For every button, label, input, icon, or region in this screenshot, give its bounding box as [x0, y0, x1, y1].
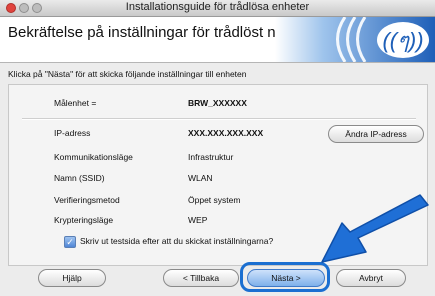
help-button[interactable]: Hjälp: [38, 269, 106, 287]
title-bar: Installationsguide för trådlösa enheter: [0, 0, 435, 17]
encryption-mode-label: Krypteringsläge: [54, 215, 114, 225]
page-title: Bekräftelse på inställningar för trådlös…: [8, 24, 317, 41]
encryption-mode-value: WEP: [188, 215, 208, 225]
header: Bekräftelse på inställningar för trådlös…: [0, 17, 435, 63]
installer-window: Installationsguide för trådlösa enheter …: [0, 0, 435, 296]
communication-mode-value: Infrastruktur: [188, 152, 234, 162]
cancel-button[interactable]: Avbryt: [336, 269, 406, 287]
wireless-banner: ((ๆ)): [275, 17, 435, 62]
separator: [22, 118, 416, 120]
back-button[interactable]: < Tillbaka: [163, 269, 239, 287]
window-title: Installationsguide för trådlösa enheter: [125, 1, 310, 13]
ip-address-value: XXX.XXX.XXX.XXX: [188, 128, 264, 138]
wireless-logo-icon: ((ๆ)): [382, 28, 423, 53]
auth-method-label: Verifieringsmetod: [54, 195, 120, 205]
ssid-label: Namn (SSID): [54, 173, 105, 183]
ip-address-label: IP-adress: [54, 128, 91, 138]
pointer-arrow-icon: [321, 194, 429, 263]
target-device-value: BRW_XXXXXX: [188, 98, 247, 108]
print-test-page-checkbox[interactable]: ✓: [64, 236, 76, 248]
instruction-text: Klicka på "Nästa" för att skicka följand…: [8, 69, 247, 79]
communication-mode-label: Kommunikationsläge: [54, 152, 133, 162]
ssid-value: WLAN: [188, 173, 213, 183]
print-test-page-label[interactable]: Skriv ut testsida efter att du skickat i…: [80, 236, 273, 246]
target-device-label: Målenhet =: [54, 98, 97, 108]
auth-method-value: Öppet system: [188, 195, 241, 205]
change-ip-button[interactable]: Ändra IP-adress: [328, 125, 424, 143]
